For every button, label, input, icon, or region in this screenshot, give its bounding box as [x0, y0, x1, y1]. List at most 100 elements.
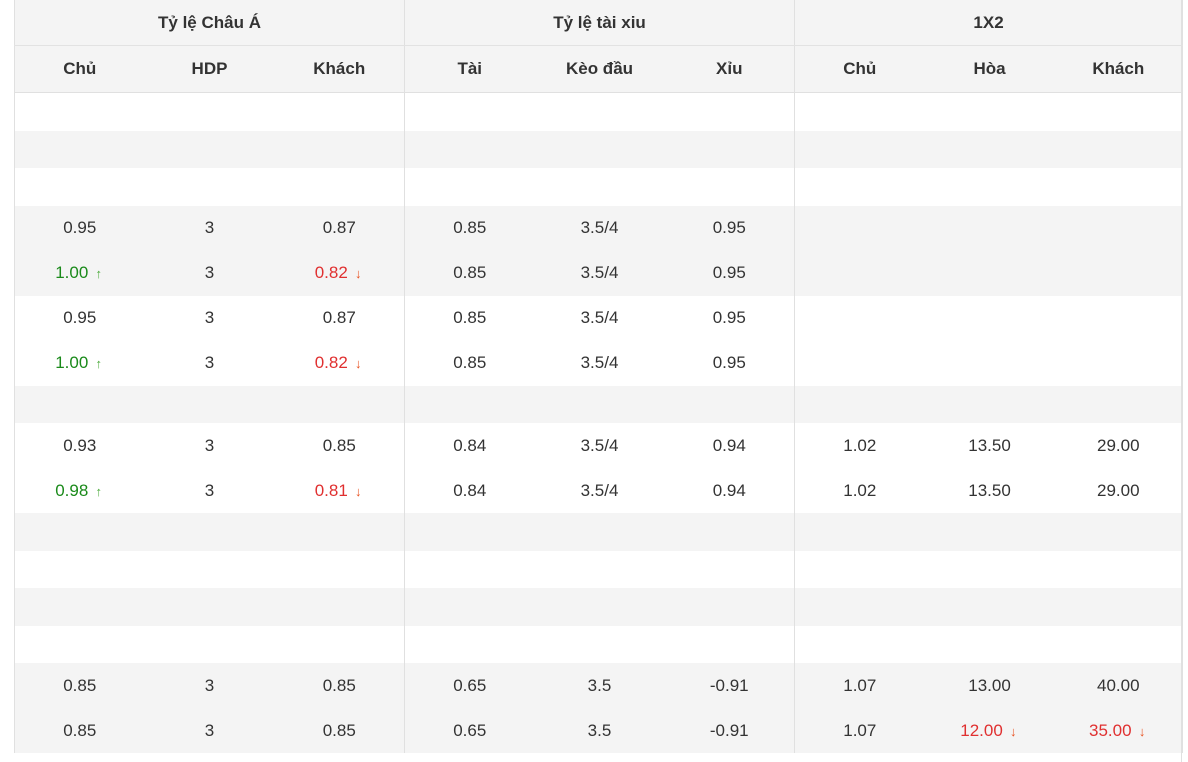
cell-asian-home [14, 588, 145, 626]
odds-text: 3 [204, 675, 215, 695]
cell-ou-over: 0.84 [405, 468, 535, 513]
cell-ou-under [664, 130, 796, 168]
cell-ou-under [664, 513, 796, 551]
cell-asian-home: 0.85 [14, 708, 145, 753]
cell-asian-away [274, 588, 405, 626]
cell-x12-draw [924, 130, 1055, 168]
cell-asian-home [14, 92, 145, 131]
cell-asian-away: 0.82 ↓ [274, 250, 405, 296]
cell-ou-over: 0.85 [404, 205, 535, 251]
cell-ou-over [404, 385, 535, 423]
cell-asian-away [274, 168, 405, 206]
cell-ou-line [535, 168, 665, 206]
cell-ou-line [534, 385, 665, 423]
cell-ou-under: 0.94 [664, 468, 796, 513]
cell-x12-draw [925, 551, 1055, 589]
cell-asian-hdp: 3 [144, 250, 275, 296]
cell-x12-draw [924, 205, 1055, 251]
cell-asian-home [14, 550, 145, 588]
cell-asian-hdp [145, 551, 275, 589]
odds-value: 0.65 [453, 721, 486, 740]
cell-ou-under: 0.95 [664, 205, 796, 251]
odds-value: 13.50 [968, 481, 1011, 500]
cell-ou-line: 3.5/4 [535, 468, 665, 513]
cell-x12-draw: 13.50 [925, 468, 1055, 513]
odds-value: 3 [205, 263, 214, 282]
cell-asian-away: 0.87 [274, 205, 405, 251]
odds-text: 0.94 [712, 480, 746, 500]
cell-x12-draw [925, 93, 1055, 131]
odds-value: 0.85 [453, 353, 486, 372]
cell-asian-hdp [144, 385, 275, 423]
cell-asian-away [274, 385, 405, 423]
odds-text: 1.02 [843, 435, 877, 455]
odds-text: 3.5/4 [580, 480, 619, 500]
cell-x12-away [1054, 92, 1184, 131]
col-header-over: Tài [404, 45, 535, 93]
cell-x12-home: 1.02 [795, 423, 925, 468]
odds-value: 0.82 ↓ [315, 353, 364, 372]
odds-text: 0.95 [712, 353, 746, 372]
odds-value: 35.00 ↓ [1089, 721, 1148, 740]
odds-value: 0.85 [323, 436, 356, 455]
cell-ou-over [405, 626, 535, 664]
odds-value: 0.95 [63, 218, 96, 237]
cell-asian-home [14, 168, 145, 206]
group-header-1x2: 1X2 [794, 0, 1184, 46]
spacer-row [14, 92, 1184, 131]
odds-value: 0.85 [63, 676, 96, 695]
cell-ou-line: 3.5/4 [534, 205, 665, 251]
odds-text: 0.84 [453, 480, 487, 500]
odds-value: 3.5/4 [581, 481, 619, 500]
cell-asian-away [274, 625, 405, 663]
cell-x12-away [1054, 205, 1184, 251]
spacer-row [14, 385, 1184, 423]
odds-value: 0.85 [323, 676, 356, 695]
cell-x12-away [1054, 130, 1184, 168]
cell-asian-home: 0.93 [14, 423, 145, 468]
cell-asian-hdp: 3 [145, 296, 275, 341]
spacer-row [14, 513, 1184, 551]
odds-text: 0.65 [453, 720, 487, 740]
table-row: 0.98 ↑ 3 0.81 ↓ 0.84 3.5/4 0.94 1.02 13.50 29.00 [14, 468, 1184, 513]
cell-asian-away: 0.85 [274, 708, 405, 753]
cell-x12-draw [924, 250, 1055, 296]
odds-text: 0.85 [453, 263, 487, 282]
odds-text: 40.00 [1097, 675, 1140, 695]
cell-asian-hdp: 3 [144, 205, 275, 251]
odds-text: 0.95 [712, 263, 746, 282]
odds-value: 3.5/4 [581, 436, 619, 455]
spacer-row [14, 130, 1184, 168]
arrow-down-icon: ↓ [1010, 723, 1017, 739]
arrow-down-icon: ↓ [355, 356, 362, 371]
cell-x12-draw [925, 296, 1055, 341]
cell-x12-home [795, 93, 925, 131]
odds-text: 0.98 [55, 480, 89, 500]
cell-x12-away: 35.00 ↓ [1054, 708, 1184, 753]
table-row: 1.00 ↑ 3 0.82 ↓ 0.85 3.5/4 0.95 [14, 340, 1184, 386]
odds-value: 0.85 [453, 263, 486, 282]
odds-text: 1.02 [843, 480, 877, 500]
arrow-down-icon: ↓ [1138, 723, 1146, 739]
cell-x12-away [1054, 168, 1184, 206]
odds-value: 13.50 [968, 436, 1011, 455]
table-row: 1.00 ↑ 3 0.82 ↓ 0.85 3.5/4 0.95 [14, 250, 1184, 296]
odds-text: 3.5/4 [580, 435, 619, 455]
cell-ou-over: 0.65 [404, 663, 535, 708]
cell-ou-line [534, 513, 665, 551]
cell-asian-away [274, 550, 405, 588]
cell-x12-home [795, 296, 925, 341]
cell-asian-hdp [144, 513, 275, 551]
odds-value: 3 [205, 676, 214, 695]
cell-x12-away [1054, 625, 1184, 663]
odds-text: 1.00 [55, 353, 89, 372]
cell-asian-home: 1.00 ↑ [14, 340, 145, 386]
cell-x12-home [794, 130, 925, 168]
cell-x12-home: 1.02 [795, 468, 925, 513]
odds-text: -0.91 [709, 720, 749, 740]
cell-x12-home: 1.07 [794, 663, 925, 708]
cell-x12-home [795, 168, 925, 206]
odds-text: 3.5/4 [580, 218, 619, 237]
cell-ou-under: 0.95 [664, 295, 796, 341]
odds-value: 0.98 ↑ [55, 481, 104, 500]
